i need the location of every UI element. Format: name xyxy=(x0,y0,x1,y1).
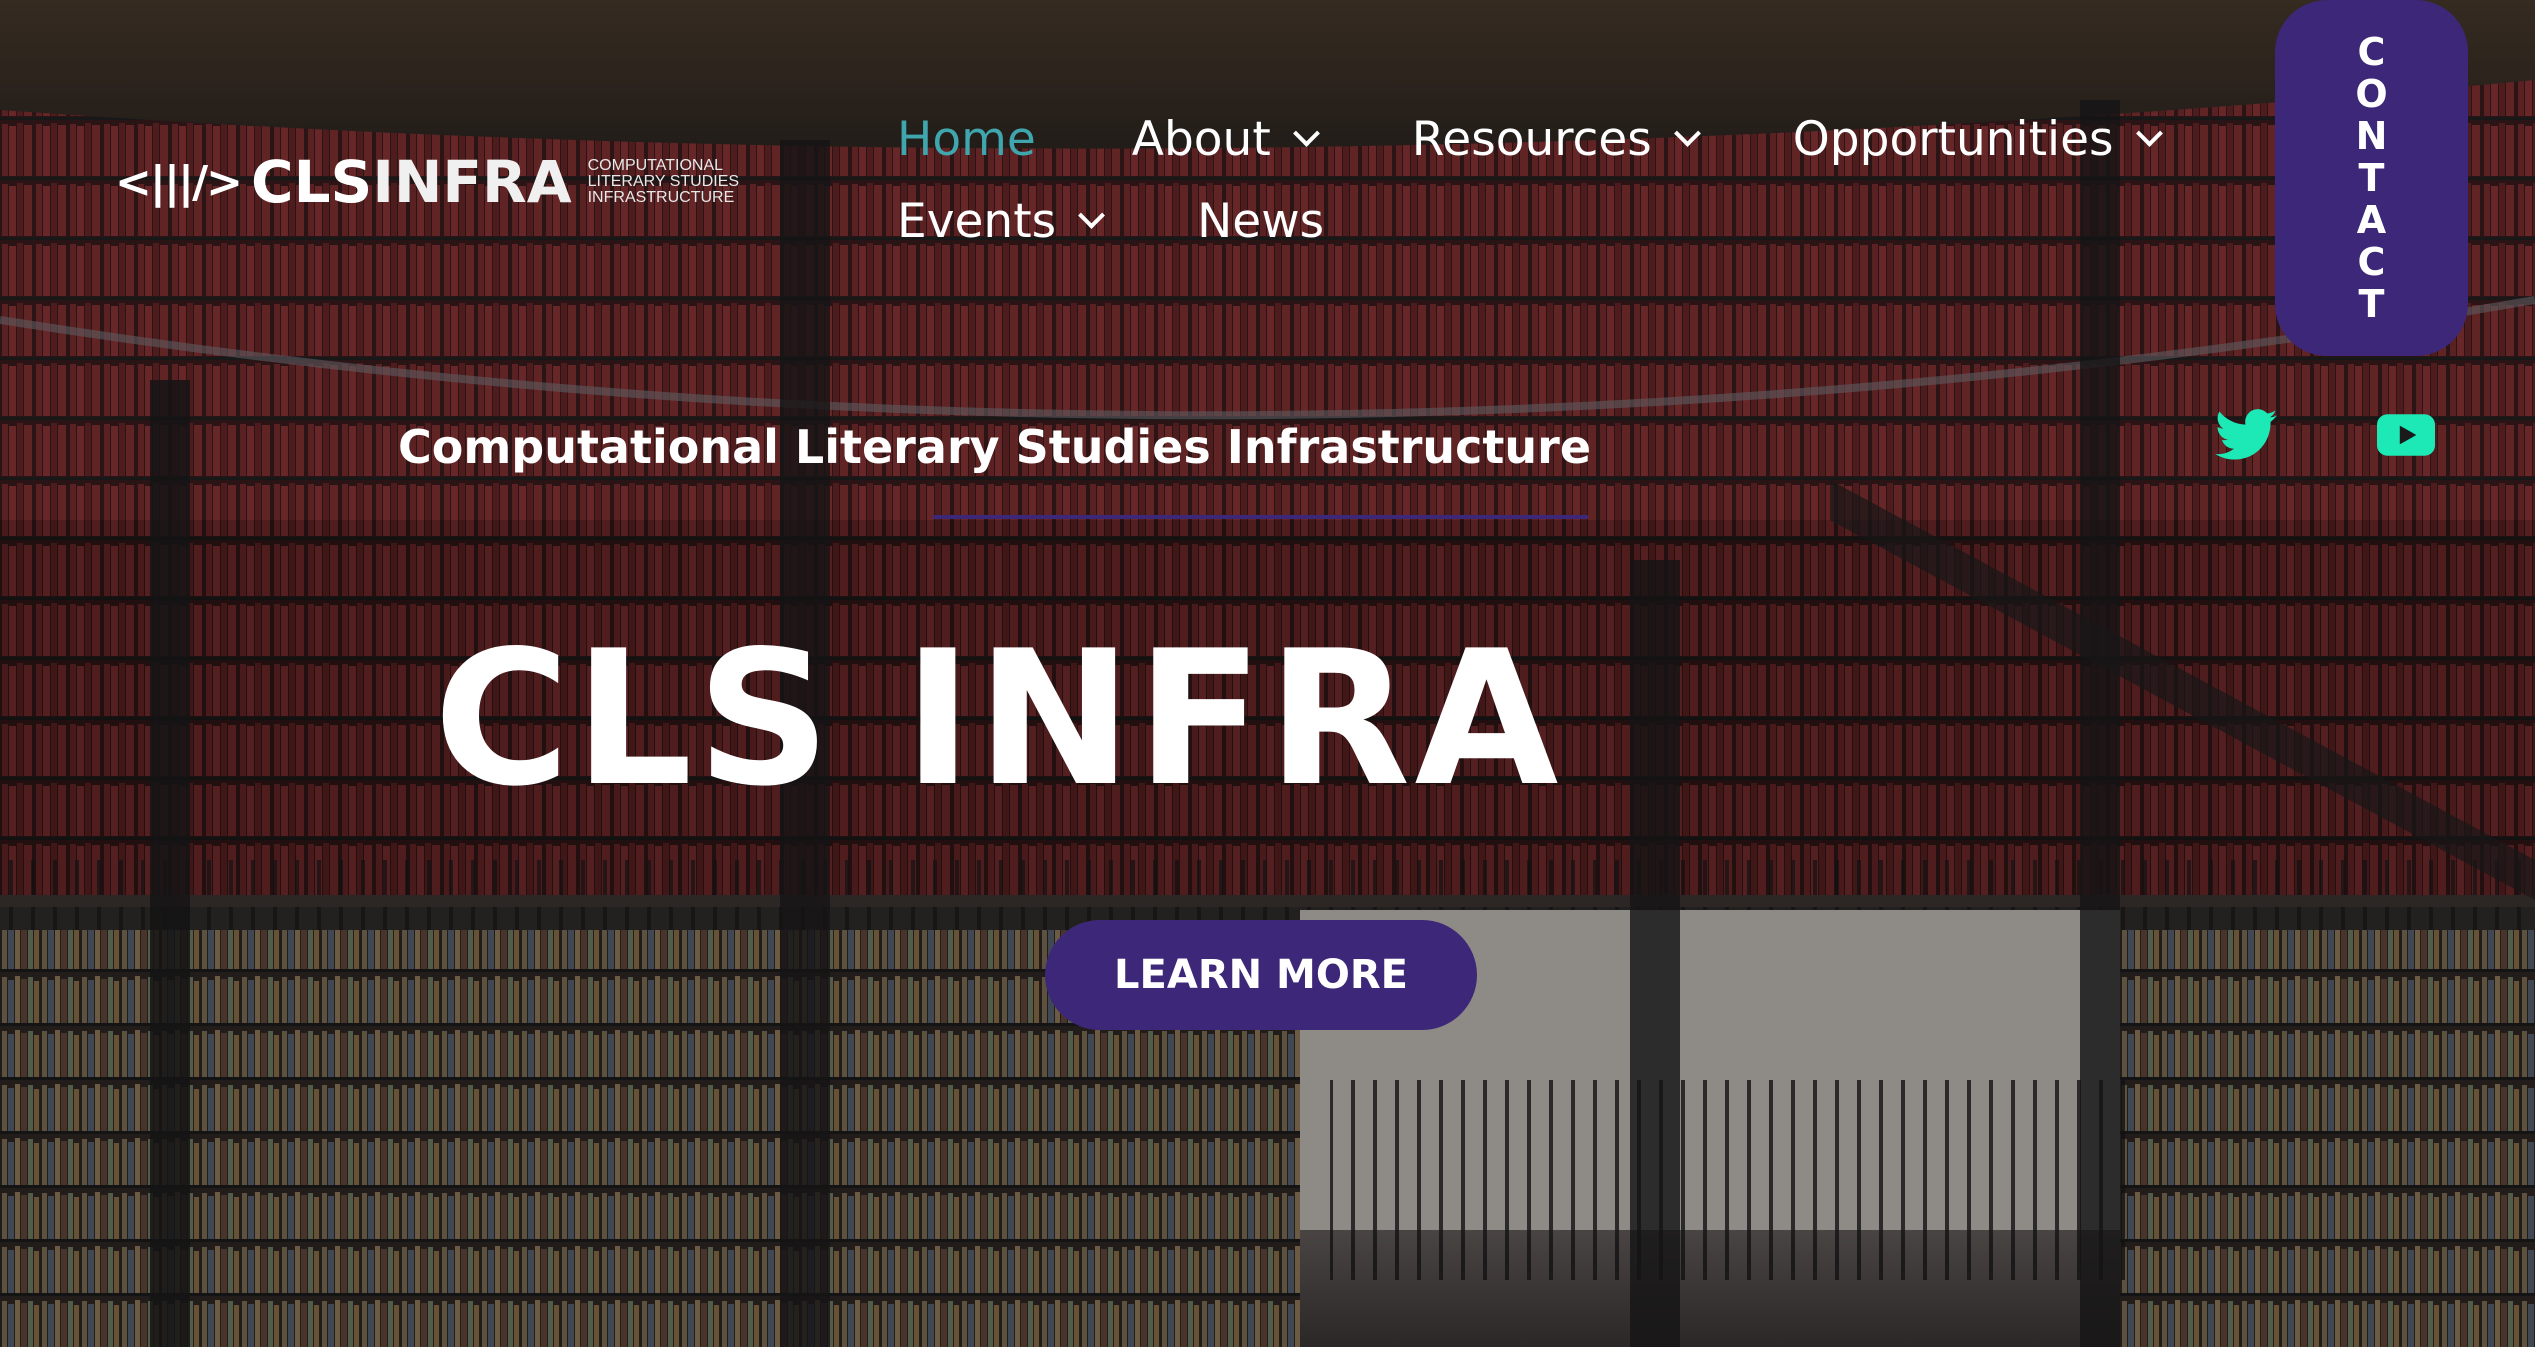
hero-section: <|||/> CLSINFRA COMPUTATIONAL LITERARY S… xyxy=(0,0,2535,1347)
main-navigation: Home About Resources Opportunities Event… xyxy=(897,108,2187,272)
logo-mark: <|||/> xyxy=(115,156,243,208)
nav-item-label: Events xyxy=(897,193,1057,249)
chevron-down-icon xyxy=(1078,201,1106,229)
logo-sub-line: INFRASTRUCTURE xyxy=(587,189,735,206)
site-logo[interactable]: <|||/> CLSINFRA COMPUTATIONAL LITERARY S… xyxy=(115,148,739,216)
nav-item-resources[interactable]: Resources xyxy=(1411,111,1701,167)
contact-letter: N xyxy=(2355,114,2388,158)
nav-item-events[interactable]: Events xyxy=(897,193,1106,249)
nav-row: Events News xyxy=(897,190,2187,252)
contact-letter: C xyxy=(2357,30,2386,74)
hero-tagline-text: Computational Literary Studies Infrastru… xyxy=(397,420,1592,474)
contact-button[interactable]: C O N T A C T xyxy=(2275,0,2468,356)
nav-item-about[interactable]: About xyxy=(1131,111,1320,167)
contact-letter: T xyxy=(2358,156,2385,200)
contact-letter: O xyxy=(2355,72,2388,116)
contact-letter: A xyxy=(2356,198,2387,242)
learn-more-button[interactable]: LEARN MORE xyxy=(1045,920,1477,1030)
nav-item-label: Home xyxy=(897,111,1036,167)
nav-item-opportunities[interactable]: Opportunities xyxy=(1792,111,2163,167)
contact-letter: C xyxy=(2357,240,2386,284)
learn-more-label: LEARN MORE xyxy=(1114,952,1408,998)
hero-headline: CLS INFRA xyxy=(0,610,2520,827)
logo-sub-line: COMPUTATIONAL xyxy=(587,157,724,174)
chevron-down-icon xyxy=(2135,119,2163,147)
nav-item-label: News xyxy=(1197,193,1325,249)
logo-word-cls: CLS xyxy=(251,148,373,216)
nav-item-label: About xyxy=(1131,111,1271,167)
nav-item-label: Resources xyxy=(1411,111,1652,167)
logo-word-infra: INFRA xyxy=(372,148,572,216)
logo-subtitle: COMPUTATIONAL LITERARY STUDIES INFRASTRU… xyxy=(588,158,739,206)
contact-letter: T xyxy=(2358,282,2385,326)
hero-divider xyxy=(933,515,1588,519)
hero-tagline: Computational Literary Studies Infrastru… xyxy=(0,420,2520,474)
nav-item-news[interactable]: News xyxy=(1197,194,1324,249)
nav-row: Home About Resources Opportunities xyxy=(897,108,2187,170)
nav-item-home[interactable]: Home xyxy=(897,112,1036,167)
chevron-down-icon xyxy=(1292,119,1320,147)
chevron-down-icon xyxy=(1673,119,1701,147)
nav-item-label: Opportunities xyxy=(1792,111,2114,167)
hero-headline-text: CLS INFRA xyxy=(433,610,1563,827)
logo-wordmark: CLSINFRA xyxy=(251,148,572,216)
logo-sub-line: LITERARY STUDIES xyxy=(587,173,740,190)
